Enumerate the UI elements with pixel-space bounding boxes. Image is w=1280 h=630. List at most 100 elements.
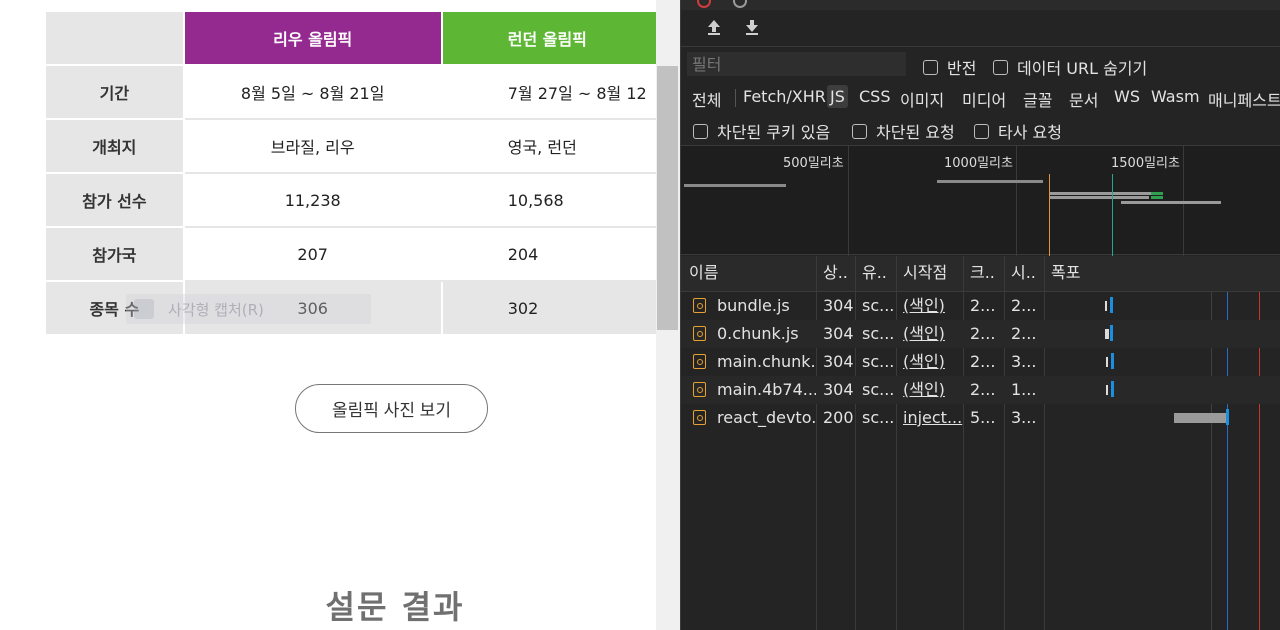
request-size: 2...	[970, 380, 996, 399]
type-filter-css[interactable]: CSS	[856, 85, 893, 108]
type-filter-js[interactable]: JS	[827, 85, 848, 108]
request-type: sc...	[862, 408, 895, 427]
type-filter-fetch-xhr[interactable]: Fetch/XHR	[740, 85, 829, 108]
col-waterfall[interactable]: 폭포	[1045, 256, 1280, 292]
request-initiator[interactable]: inject...	[897, 404, 963, 432]
import-har-icon[interactable]	[705, 18, 723, 41]
request-row-main-chunk[interactable]: main.chunk... 304 sc... (색인) 2... 3...	[681, 348, 1280, 376]
col-time[interactable]: 시..	[1005, 256, 1045, 292]
row-label-nations: 참가국	[44, 226, 185, 282]
page-scrollbar-thumb[interactable]	[657, 66, 678, 330]
request-size: 5...	[970, 408, 996, 427]
script-file-icon	[693, 410, 706, 425]
waterfall-bar	[1110, 325, 1113, 341]
devtools-toolbar	[681, 10, 1280, 47]
checkbox-box[interactable]	[993, 59, 1008, 75]
invert-checkbox[interactable]: 반전	[923, 55, 976, 79]
checkbox-box[interactable]	[852, 123, 867, 139]
waterfall-bar	[1226, 409, 1229, 425]
request-status: 200	[823, 408, 854, 427]
type-filter-media[interactable]: 미디어	[959, 85, 1009, 113]
ghost-capture-overlay: 사각형 캡처(R)	[126, 294, 371, 324]
overview-request-bar	[1151, 192, 1163, 195]
type-separator	[735, 89, 736, 107]
cell-rio-period: 8월 5일 ~ 8월 21일	[182, 64, 443, 120]
overview-tick-line	[1016, 146, 1017, 256]
timeline-overview[interactable]: 500밀리초 1000밀리초 1500밀리초	[681, 145, 1280, 256]
blocked-cookies-checkbox[interactable]: 차단된 쿠키 있음	[693, 119, 830, 143]
header-rio-olympics: 리우 올림픽	[182, 10, 443, 66]
overview-tick-1000ms: 1000밀리초	[944, 156, 1013, 171]
request-time: 3...	[1011, 408, 1037, 427]
request-row-main-4b74[interactable]: main.4b74... 304 sc... (색인) 2... 1...	[681, 376, 1280, 404]
col-name[interactable]: 이름	[683, 256, 817, 292]
export-har-icon[interactable]	[743, 18, 761, 41]
cell-london-period: 7월 27일 ~ 8월 12	[440, 64, 680, 120]
request-type: sc...	[862, 352, 895, 371]
filter-bar: 반전 데이터 URL 숨기기	[681, 48, 1280, 80]
request-row-react-devtools[interactable]: react_devto... 200 sc... inject... 5... …	[681, 404, 1280, 432]
overview-request-bar	[1049, 192, 1151, 195]
type-filter-wasm[interactable]: Wasm	[1148, 85, 1203, 108]
request-row-bundle[interactable]: bundle.js 304 sc... (색인) 2... 2...	[681, 292, 1280, 320]
cell-london-nations: 204	[440, 226, 680, 282]
request-name: bundle.js	[717, 296, 790, 315]
type-filter-manifest[interactable]: 매니페스트	[1205, 85, 1280, 113]
col-status[interactable]: 상..	[817, 256, 855, 292]
script-file-icon	[693, 354, 706, 369]
blocked-requests-checkbox[interactable]: 차단된 요청	[852, 119, 955, 143]
hide-data-urls-checkbox[interactable]: 데이터 URL 숨기기	[993, 55, 1147, 79]
request-type: sc...	[862, 324, 895, 343]
table-row: 참가 선수 11,238 10,568	[44, 172, 680, 228]
type-filter-images[interactable]: 이미지	[897, 85, 947, 113]
cell-rio-nations: 207	[182, 226, 443, 282]
waterfall-bar	[1105, 301, 1107, 311]
request-initiator[interactable]: (색인)	[897, 348, 963, 376]
overview-request-bar	[1151, 196, 1163, 199]
overview-tick-1500ms: 1500밀리초	[1111, 156, 1180, 171]
record-icon[interactable]	[697, 0, 711, 8]
request-initiator[interactable]: (색인)	[897, 292, 963, 320]
cell-london-athletes: 10,568	[440, 172, 680, 228]
request-name: react_devto...	[717, 408, 816, 427]
request-name: 0.chunk.js	[717, 324, 799, 343]
col-type[interactable]: 유..	[856, 256, 896, 292]
request-initiator[interactable]: (색인)	[897, 376, 963, 404]
type-filter-all[interactable]: 전체	[689, 85, 724, 113]
checkbox-box[interactable]	[693, 123, 708, 139]
checkbox-box[interactable]	[974, 123, 989, 139]
request-time: 1...	[1011, 380, 1037, 399]
cell-rio-host: 브라질, 리우	[182, 118, 443, 174]
col-initiator[interactable]: 시작점	[897, 256, 963, 292]
filter-input[interactable]	[687, 52, 906, 76]
cell-london-events: 302	[440, 280, 680, 336]
request-row-0-chunk[interactable]: 0.chunk.js 304 sc... (색인) 2... 2...	[681, 320, 1280, 348]
clear-icon[interactable]	[733, 0, 747, 8]
cell-london-host: 영국, 런던	[440, 118, 680, 174]
third-party-label: 타사 요청	[998, 123, 1062, 142]
olympic-comparison-table: 리우 올림픽 런던 올림픽 기간 8월 5일 ~ 8월 21일 7월 27일 ~…	[44, 10, 680, 336]
overview-tick-500ms: 500밀리초	[783, 156, 844, 171]
survey-results-title: 설문 결과	[325, 588, 465, 626]
request-grid-header: 이름 상.. 유.. 시작점 크.. 시.. 폭포	[681, 256, 1280, 292]
type-filter-fonts[interactable]: 글꼴	[1020, 85, 1055, 113]
type-filter-docs[interactable]: 문서	[1066, 85, 1101, 113]
olympic-photos-button[interactable]: 올림픽 사진 보기	[295, 384, 488, 433]
table-row: 개최지 브라질, 리우 영국, 런던	[44, 118, 680, 174]
request-status: 304	[823, 296, 854, 315]
overview-request-bar	[684, 184, 786, 187]
col-size[interactable]: 크..	[964, 256, 1004, 292]
row-label-host: 개최지	[44, 118, 185, 174]
resource-type-filters: 전체 Fetch/XHR JS CSS 이미지 미디어 글꼴 문서 WS Was…	[681, 80, 1280, 113]
table-header-row: 리우 올림픽 런던 올림픽	[44, 10, 680, 66]
overview-request-bar	[1049, 196, 1149, 199]
waterfall-bar	[1111, 381, 1114, 397]
devtools-toolbar-top	[681, 0, 1280, 10]
third-party-checkbox[interactable]: 타사 요청	[974, 119, 1062, 143]
row-label-athletes: 참가 선수	[44, 172, 185, 228]
request-status: 304	[823, 352, 854, 371]
request-size: 2...	[970, 324, 996, 343]
request-initiator[interactable]: (색인)	[897, 320, 963, 348]
checkbox-box[interactable]	[923, 59, 938, 75]
type-filter-ws[interactable]: WS	[1111, 85, 1143, 108]
